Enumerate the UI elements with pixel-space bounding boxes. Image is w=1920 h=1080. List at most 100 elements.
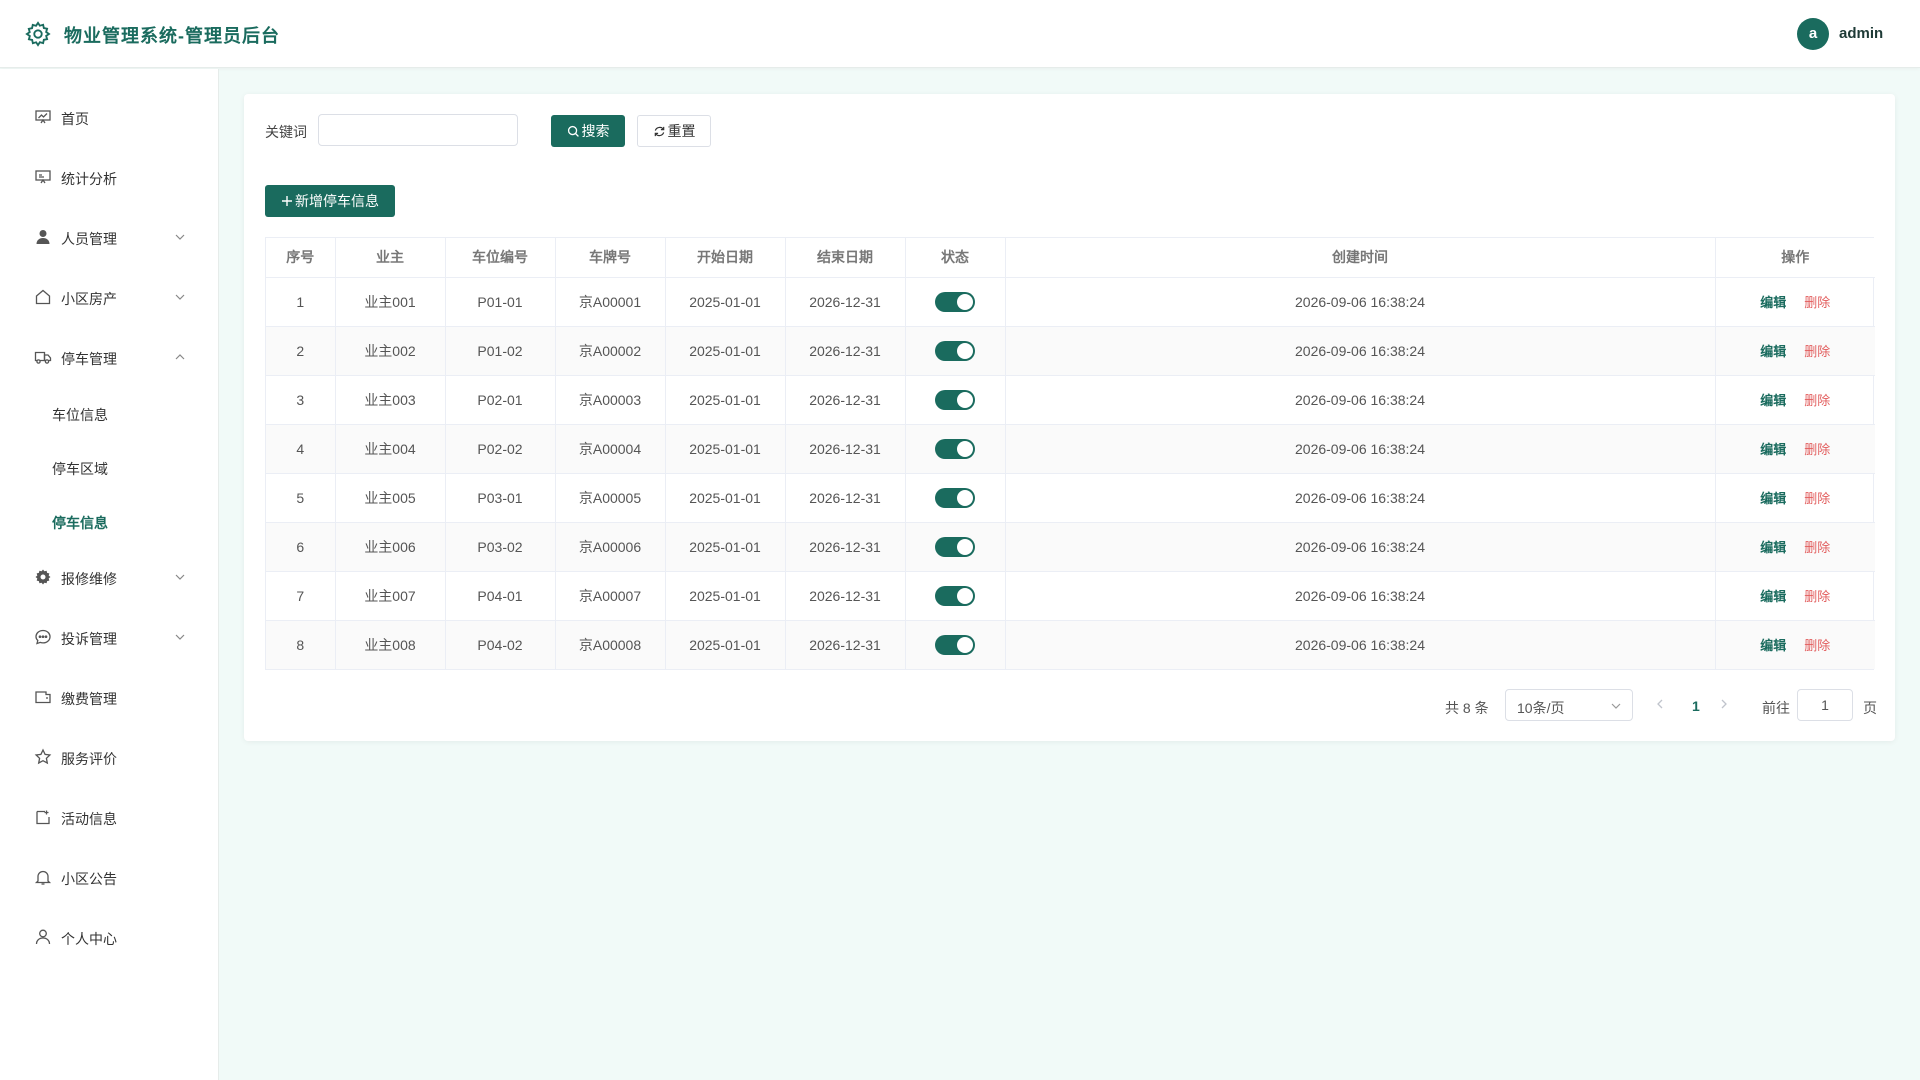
sidebar-item-label: 小区房产 <box>61 291 117 307</box>
chevron-down-icon <box>1611 703 1621 709</box>
status-cell <box>905 620 1006 669</box>
status-toggle[interactable] <box>935 389 975 410</box>
column-header: 状态 <box>905 238 1006 278</box>
delete-link[interactable]: 删除 <box>1804 442 1830 457</box>
created-time-cell: 2026-09-06 16:38:24 <box>1005 326 1716 376</box>
space-code-cell: P01-02 <box>445 326 556 376</box>
edit-link[interactable]: 编辑 <box>1760 344 1786 359</box>
reset-button-label: 重置 <box>667 123 696 139</box>
delete-link[interactable]: 删除 <box>1804 491 1830 506</box>
created-time-cell: 2026-09-06 16:38:24 <box>1005 522 1716 572</box>
add-button-label: 新增停车信息 <box>295 193 379 209</box>
search-button[interactable]: 搜索 <box>551 115 625 147</box>
row-index: 8 <box>266 620 336 669</box>
plate-cell: 京A00008 <box>555 620 666 669</box>
end-date-cell: 2026-12-31 <box>785 522 906 572</box>
space-code-cell: P03-02 <box>445 522 556 572</box>
status-toggle[interactable] <box>935 634 975 655</box>
sidebar-item-payment[interactable]: 缴费管理 <box>0 677 219 717</box>
sidebar-item-statistics[interactable]: 统计分析 <box>0 157 219 197</box>
end-date-cell: 2026-12-31 <box>785 326 906 376</box>
status-cell <box>905 522 1006 572</box>
delete-link[interactable]: 删除 <box>1804 638 1830 653</box>
delete-link[interactable]: 删除 <box>1804 344 1830 359</box>
user-outline-icon <box>35 929 51 945</box>
search-icon <box>567 125 579 137</box>
top-header: 物业管理系统-管理员后台 a admin <box>0 0 1920 68</box>
sidebar-item-label: 服务评价 <box>61 751 117 767</box>
space-code-cell: P02-01 <box>445 375 556 425</box>
keyword-input[interactable] <box>318 114 518 146</box>
owner-cell: 业主007 <box>335 571 446 621</box>
owner-cell: 业主005 <box>335 473 446 523</box>
column-header: 结束日期 <box>785 238 906 278</box>
sidebar-item-personnel[interactable]: 人员管理 <box>0 217 219 257</box>
owner-cell: 业主004 <box>335 424 446 474</box>
delete-link[interactable]: 删除 <box>1804 540 1830 555</box>
next-page-icon[interactable] <box>1718 697 1730 711</box>
created-time-cell: 2026-09-06 16:38:24 <box>1005 375 1716 425</box>
sidebar-item-home[interactable]: 首页 <box>0 97 219 137</box>
goto-page-input[interactable] <box>1797 689 1853 721</box>
status-toggle[interactable] <box>935 438 975 459</box>
delete-link[interactable]: 删除 <box>1804 589 1830 604</box>
space-code-cell: P01-01 <box>445 277 556 327</box>
prev-page-icon[interactable] <box>1654 697 1666 711</box>
sidebar-item-parking[interactable]: 停车管理 <box>0 337 219 377</box>
delete-link[interactable]: 删除 <box>1804 393 1830 408</box>
delete-link[interactable]: 删除 <box>1804 295 1830 310</box>
sidebar-item-notice[interactable]: 小区公告 <box>0 857 219 897</box>
sidebar-item-label: 首页 <box>61 111 89 127</box>
sidebar-item-profile[interactable]: 个人中心 <box>0 917 219 957</box>
created-time-cell: 2026-09-06 16:38:24 <box>1005 424 1716 474</box>
sidebar-item-label: 投诉管理 <box>61 631 117 647</box>
start-date-cell: 2025-01-01 <box>665 571 786 621</box>
sidebar-subitem-label: 停车信息 <box>52 515 108 531</box>
status-toggle[interactable] <box>935 291 975 312</box>
start-date-cell: 2025-01-01 <box>665 277 786 327</box>
current-page[interactable]: 1 <box>1692 698 1700 714</box>
row-index: 6 <box>266 522 336 572</box>
reset-button[interactable]: 重置 <box>637 115 711 147</box>
edit-link[interactable]: 编辑 <box>1760 491 1786 506</box>
sidebar-item-complaint[interactable]: 投诉管理 <box>0 617 219 657</box>
sidebar-subitem-parking-space[interactable]: 车位信息 <box>0 395 219 431</box>
start-date-cell: 2025-01-01 <box>665 620 786 669</box>
row-index: 7 <box>266 571 336 621</box>
edit-link[interactable]: 编辑 <box>1760 638 1786 653</box>
house-icon <box>35 289 51 305</box>
page-size-select[interactable]: 10条/页 <box>1505 689 1633 721</box>
sidebar-item-property[interactable]: 小区房产 <box>0 277 219 317</box>
created-time-cell: 2026-09-06 16:38:24 <box>1005 473 1716 523</box>
edit-link[interactable]: 编辑 <box>1760 589 1786 604</box>
status-toggle[interactable] <box>935 536 975 557</box>
sidebar-item-label: 停车管理 <box>61 351 117 367</box>
sidebar-item-activity[interactable]: 活动信息 <box>0 797 219 837</box>
table-row: 3 业主003 P02-01 京A00003 2025-01-01 2026-12-31 2… <box>266 375 1875 425</box>
sidebar-item-evaluation[interactable]: 服务评价 <box>0 737 219 777</box>
actions-cell: 编辑 删除 <box>1715 473 1875 523</box>
edit-link[interactable]: 编辑 <box>1760 540 1786 555</box>
status-toggle[interactable] <box>935 340 975 361</box>
column-header: 业主 <box>335 238 446 278</box>
add-parking-button[interactable]: 新增停车信息 <box>265 185 395 217</box>
sidebar-item-label: 人员管理 <box>61 231 117 247</box>
row-index: 4 <box>266 424 336 474</box>
end-date-cell: 2026-12-31 <box>785 473 906 523</box>
space-code-cell: P03-01 <box>445 473 556 523</box>
chart-board-icon <box>35 110 51 124</box>
status-toggle[interactable] <box>935 585 975 606</box>
plate-cell: 京A00001 <box>555 277 666 327</box>
sidebar-subitem-parking-info[interactable]: 停车信息 <box>0 503 219 539</box>
status-toggle[interactable] <box>935 487 975 508</box>
search-button-label: 搜索 <box>581 123 610 139</box>
van-icon <box>34 351 52 364</box>
avatar[interactable]: a <box>1797 18 1829 50</box>
username[interactable]: admin <box>1839 25 1883 42</box>
sidebar-subitem-parking-area[interactable]: 停车区域 <box>0 449 219 485</box>
sidebar-item-repair[interactable]: 报修维修 <box>0 557 219 597</box>
edit-link[interactable]: 编辑 <box>1760 442 1786 457</box>
edit-link[interactable]: 编辑 <box>1760 295 1786 310</box>
end-date-cell: 2026-12-31 <box>785 277 906 327</box>
edit-link[interactable]: 编辑 <box>1760 393 1786 408</box>
